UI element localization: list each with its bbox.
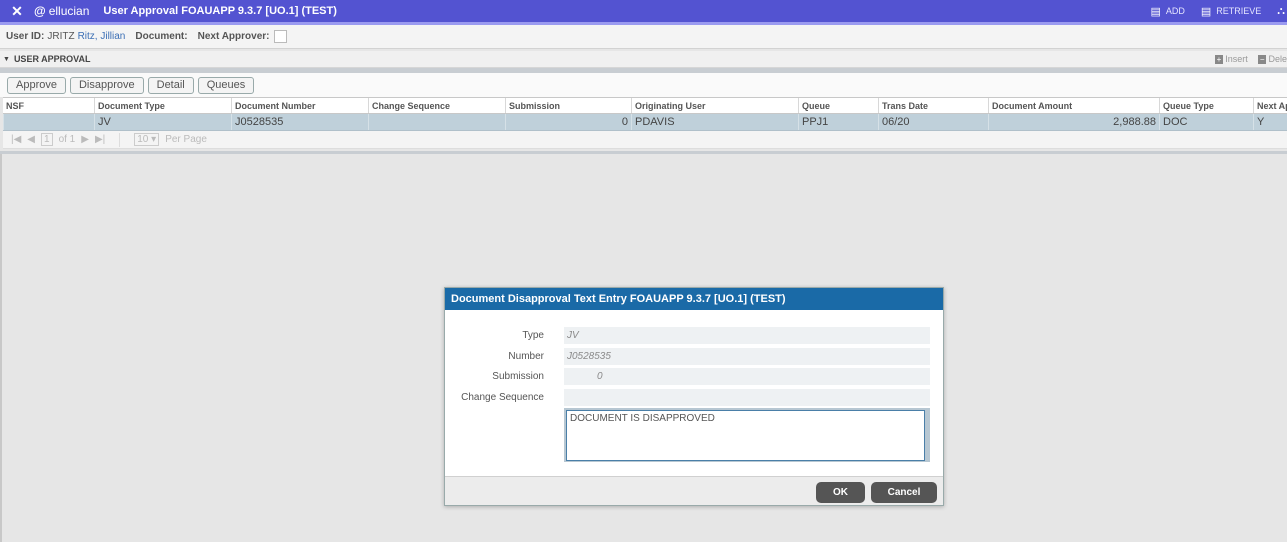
column-header[interactable]: Submission [505,98,631,113]
related-button[interactable]: ⛬ [1277,5,1285,18]
cell-document-type[interactable]: JV [94,114,231,130]
column-header[interactable]: Document Type [94,98,231,113]
number-field: J0528535 [564,347,930,365]
cell-document-amount[interactable]: 2,988.88 [988,114,1159,130]
delete-label: Dele [1268,54,1287,64]
insert-button[interactable]: + Insert [1214,54,1248,64]
per-page-label: Per Page [165,134,207,145]
change-sequence-label: Change Sequence [461,391,544,403]
change-sequence-row: Change Sequence [445,388,945,406]
column-header[interactable]: Queue Type [1159,98,1253,113]
column-header[interactable]: Change Sequence [368,98,505,113]
insert-label: Insert [1225,54,1248,64]
per-page-value: 10 [137,134,149,145]
ellucian-logo[interactable]: @ ellucian [34,4,89,18]
type-row: Type JV [445,326,945,344]
dialog-footer: OK Cancel [445,476,943,505]
next-page-icon[interactable]: ▶ [81,134,89,145]
add-label: ADD [1165,6,1185,16]
app-header: ✕ @ ellucian User Approval FOAUAPP 9.3.7… [0,0,1287,22]
key-block: User ID: JRITZ Ritz, Jillian Document: N… [0,25,1287,49]
column-header[interactable]: Trans Date [878,98,988,113]
next-approver-label: Next Approver: [197,31,270,42]
logo-text: ellucian [48,4,90,18]
submission-row: Submission 0 [445,367,945,385]
text-entry-wrapper: DOCUMENT IS DISAPPROVED [564,408,930,462]
queues-button[interactable]: Queues [197,76,255,94]
per-page-select[interactable]: 10 ▾ [134,133,160,146]
detail-button[interactable]: Detail [147,76,194,94]
pager-divider [119,132,121,147]
last-page-icon[interactable]: ▶| [95,134,105,145]
cell-submission[interactable]: 0 [505,114,631,130]
column-header[interactable]: Originating User [631,98,798,113]
column-header[interactable]: Queue [798,98,878,113]
prev-page-icon[interactable]: ◀ [27,134,35,145]
column-header[interactable]: NSF [3,98,94,113]
section-header: ▼ USER APPROVAL + Insert − Dele [0,51,1287,68]
retrieve-label: RETRIEVE [1216,6,1262,16]
table-row[interactable]: JV J0528535 0 PDAVIS PPJ1 06/20 2,988.88… [3,114,1287,131]
disapproval-dialog: Document Disapproval Text Entry FOAUAPP … [444,287,944,506]
submission-label: Submission [492,370,544,382]
first-page-icon[interactable]: |◀ [11,134,21,145]
page-title: User Approval FOAUAPP 9.3.7 [UO.1] (TEST… [103,5,337,17]
delete-button[interactable]: − Dele [1257,54,1287,64]
column-header[interactable]: Document Number [231,98,368,113]
user-id-value: JRITZ [47,31,75,42]
cancel-button[interactable]: Cancel [871,482,937,503]
change-sequence-field [564,388,930,406]
chevron-down-icon: ▾ [151,134,157,145]
dialog-title: Document Disapproval Text Entry FOAUAPP … [445,288,943,310]
approve-button[interactable]: Approve [7,76,66,94]
disapproval-text-area[interactable]: DOCUMENT IS DISAPPROVED [566,410,925,461]
ok-button[interactable]: OK [816,482,865,503]
grid-pager: |◀ ◀ 1 of 1 ▶ ▶| 10 ▾ Per Page [3,131,1287,149]
add-doc-icon: ▤ [1150,5,1161,18]
type-field: JV [564,326,930,344]
grid-header: NSF Document Type Document Number Change… [3,97,1287,114]
page-number-input[interactable]: 1 [41,133,53,146]
disapprove-button[interactable]: Disapprove [69,76,144,94]
user-name: Ritz, Jillian [77,31,126,42]
column-header[interactable]: Next Ap [1253,98,1287,113]
delete-icon: − [1257,55,1267,64]
document-label: Document: [135,31,188,42]
cell-trans-date[interactable]: 06/20 [878,114,988,130]
retrieve-button[interactable]: ▤ RETRIEVE [1201,5,1261,18]
insert-icon: + [1214,55,1224,64]
page-count: of 1 [58,134,76,145]
cell-change-sequence[interactable] [368,114,505,130]
cell-originating-user[interactable]: PDAVIS [631,114,798,130]
column-header[interactable]: Document Amount [988,98,1159,113]
dialog-body: Type JV Number J0528535 Submission 0 Cha… [445,310,943,478]
collapse-icon[interactable]: ▼ [3,56,10,63]
related-icon: ⛬ [1277,4,1285,17]
cell-queue[interactable]: PPJ1 [798,114,878,130]
cell-queue-type[interactable]: DOC [1159,114,1253,130]
left-edge [0,154,2,542]
approval-grid: NSF Document Type Document Number Change… [3,97,1287,149]
next-approver-checkbox[interactable] [274,30,288,43]
ellucian-logo-icon: @ [34,4,46,18]
cell-next-approver[interactable]: Y [1253,114,1287,130]
cell-nsf[interactable] [3,114,94,130]
number-label: Number [508,350,544,362]
type-label: Type [522,329,544,341]
section-title: USER APPROVAL [13,54,91,64]
number-row: Number J0528535 [445,347,945,365]
cell-document-number[interactable]: J0528535 [231,114,368,130]
add-button[interactable]: ▤ ADD [1150,5,1184,18]
action-button-row: Approve Disapprove Detail Queues [0,73,1287,97]
user-id-label: User ID: [6,31,45,42]
submission-field: 0 [564,367,930,385]
close-icon[interactable]: ✕ [0,3,34,20]
retrieve-doc-icon: ▤ [1200,5,1212,18]
